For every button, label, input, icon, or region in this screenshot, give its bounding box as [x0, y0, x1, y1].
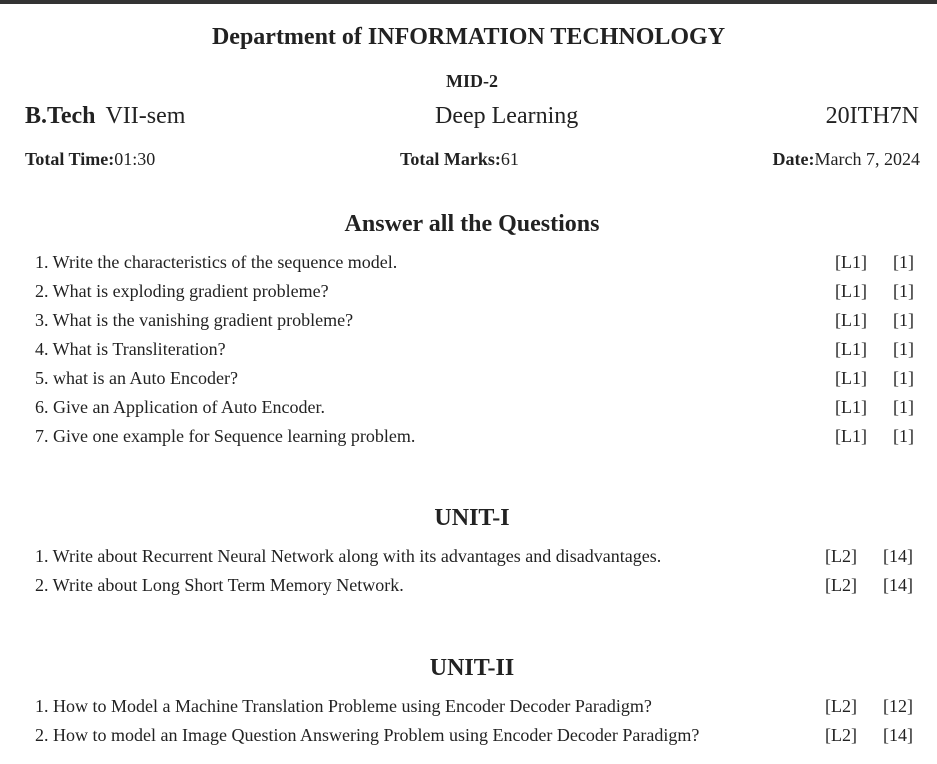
question-text: 1. How to Model a Machine Translation Pr…	[35, 696, 652, 716]
question-marks: [1]	[893, 426, 914, 446]
question-row: 7. Give one example for Sequence learnin…	[35, 422, 917, 451]
question-level: [L1]	[835, 426, 867, 446]
question-level: [L1]	[835, 397, 867, 417]
subject-name: Deep Learning	[435, 103, 579, 129]
question-marks: [14]	[883, 546, 913, 566]
exam-name: MID-2	[446, 71, 498, 91]
total-marks-value: 61	[500, 149, 519, 169]
question-marks: [1]	[893, 252, 914, 272]
total-time-value: 01:30	[114, 149, 156, 169]
question-row: 1. How to Model a Machine Translation Pr…	[35, 692, 917, 721]
question-text: 2. What is exploding gradient probleme?	[35, 281, 329, 301]
total-time: Total Time:01:30	[25, 149, 155, 170]
question-row: 5. what is an Auto Encoder? [L1] [1]	[35, 364, 917, 393]
total-marks: Total Marks:61	[400, 149, 519, 170]
question-level: [L2]	[825, 575, 857, 595]
question-row: 2. What is exploding gradient probleme? …	[35, 277, 917, 306]
question-text: 1. Write about Recurrent Neural Network …	[35, 546, 662, 566]
question-row: 2. Write about Long Short Term Memory Ne…	[35, 571, 917, 600]
top-border	[0, 0, 937, 4]
section-title-unit-2: UNIT-II	[429, 655, 515, 681]
subject-code: 20ITH7N	[825, 103, 919, 129]
exam-date-value: March 7, 2024	[814, 149, 920, 169]
part-a-question-list: 1. Write the characteristics of the sequ…	[35, 248, 917, 451]
section-title-unit-1: UNIT-I	[434, 505, 510, 531]
question-row: 4. What is Transliteration? [L1] [1]	[35, 335, 917, 364]
unit-2-question-list: 1. How to Model a Machine Translation Pr…	[35, 692, 917, 750]
question-text: 4. What is Transliteration?	[35, 339, 226, 359]
question-level: [L2]	[825, 725, 857, 745]
semester: VII-sem	[105, 103, 186, 129]
unit-1-question-list: 1. Write about Recurrent Neural Network …	[35, 542, 917, 600]
question-row: 6. Give an Application of Auto Encoder. …	[35, 393, 917, 422]
question-text: 6. Give an Application of Auto Encoder.	[35, 397, 325, 417]
course-label: B.Tech	[25, 103, 96, 129]
question-text: 5. what is an Auto Encoder?	[35, 368, 238, 388]
exam-date-label: Date:	[772, 149, 815, 169]
department-title: Department of INFORMATION TECHNOLOGY	[211, 24, 726, 50]
question-row: 3. What is the vanishing gradient proble…	[35, 306, 917, 335]
question-marks: [1]	[893, 368, 914, 388]
section-title-part-a: Answer all the Questions	[344, 211, 600, 237]
question-level: [L1]	[835, 310, 867, 330]
question-row: 1. Write the characteristics of the sequ…	[35, 248, 917, 277]
question-marks: [1]	[893, 339, 914, 359]
total-time-label: Total Time:	[25, 149, 115, 169]
question-marks: [1]	[893, 310, 914, 330]
question-text: 2. Write about Long Short Term Memory Ne…	[35, 575, 404, 595]
question-level: [L2]	[825, 546, 857, 566]
question-marks: [14]	[883, 575, 913, 595]
question-text: 1. Write the characteristics of the sequ…	[35, 252, 398, 272]
question-marks: [14]	[883, 725, 913, 745]
question-text: 3. What is the vanishing gradient proble…	[35, 310, 354, 330]
question-level: [L1]	[835, 339, 867, 359]
question-row: 2. How to model an Image Question Answer…	[35, 721, 917, 750]
question-marks: [12]	[883, 696, 913, 716]
question-marks: [1]	[893, 397, 914, 417]
question-text: 2. How to model an Image Question Answer…	[35, 725, 700, 745]
total-marks-label: Total Marks:	[400, 149, 501, 169]
exam-date: Date:March 7, 2024	[773, 149, 920, 170]
question-level: [L2]	[825, 696, 857, 716]
question-level: [L1]	[835, 368, 867, 388]
question-row: 1. Write about Recurrent Neural Network …	[35, 542, 917, 571]
question-level: [L1]	[835, 252, 867, 272]
course-info: B.Tech VII-sem	[25, 103, 185, 130]
question-text: 7. Give one example for Sequence learnin…	[35, 426, 416, 446]
question-level: [L1]	[835, 281, 867, 301]
question-marks: [1]	[893, 281, 914, 301]
